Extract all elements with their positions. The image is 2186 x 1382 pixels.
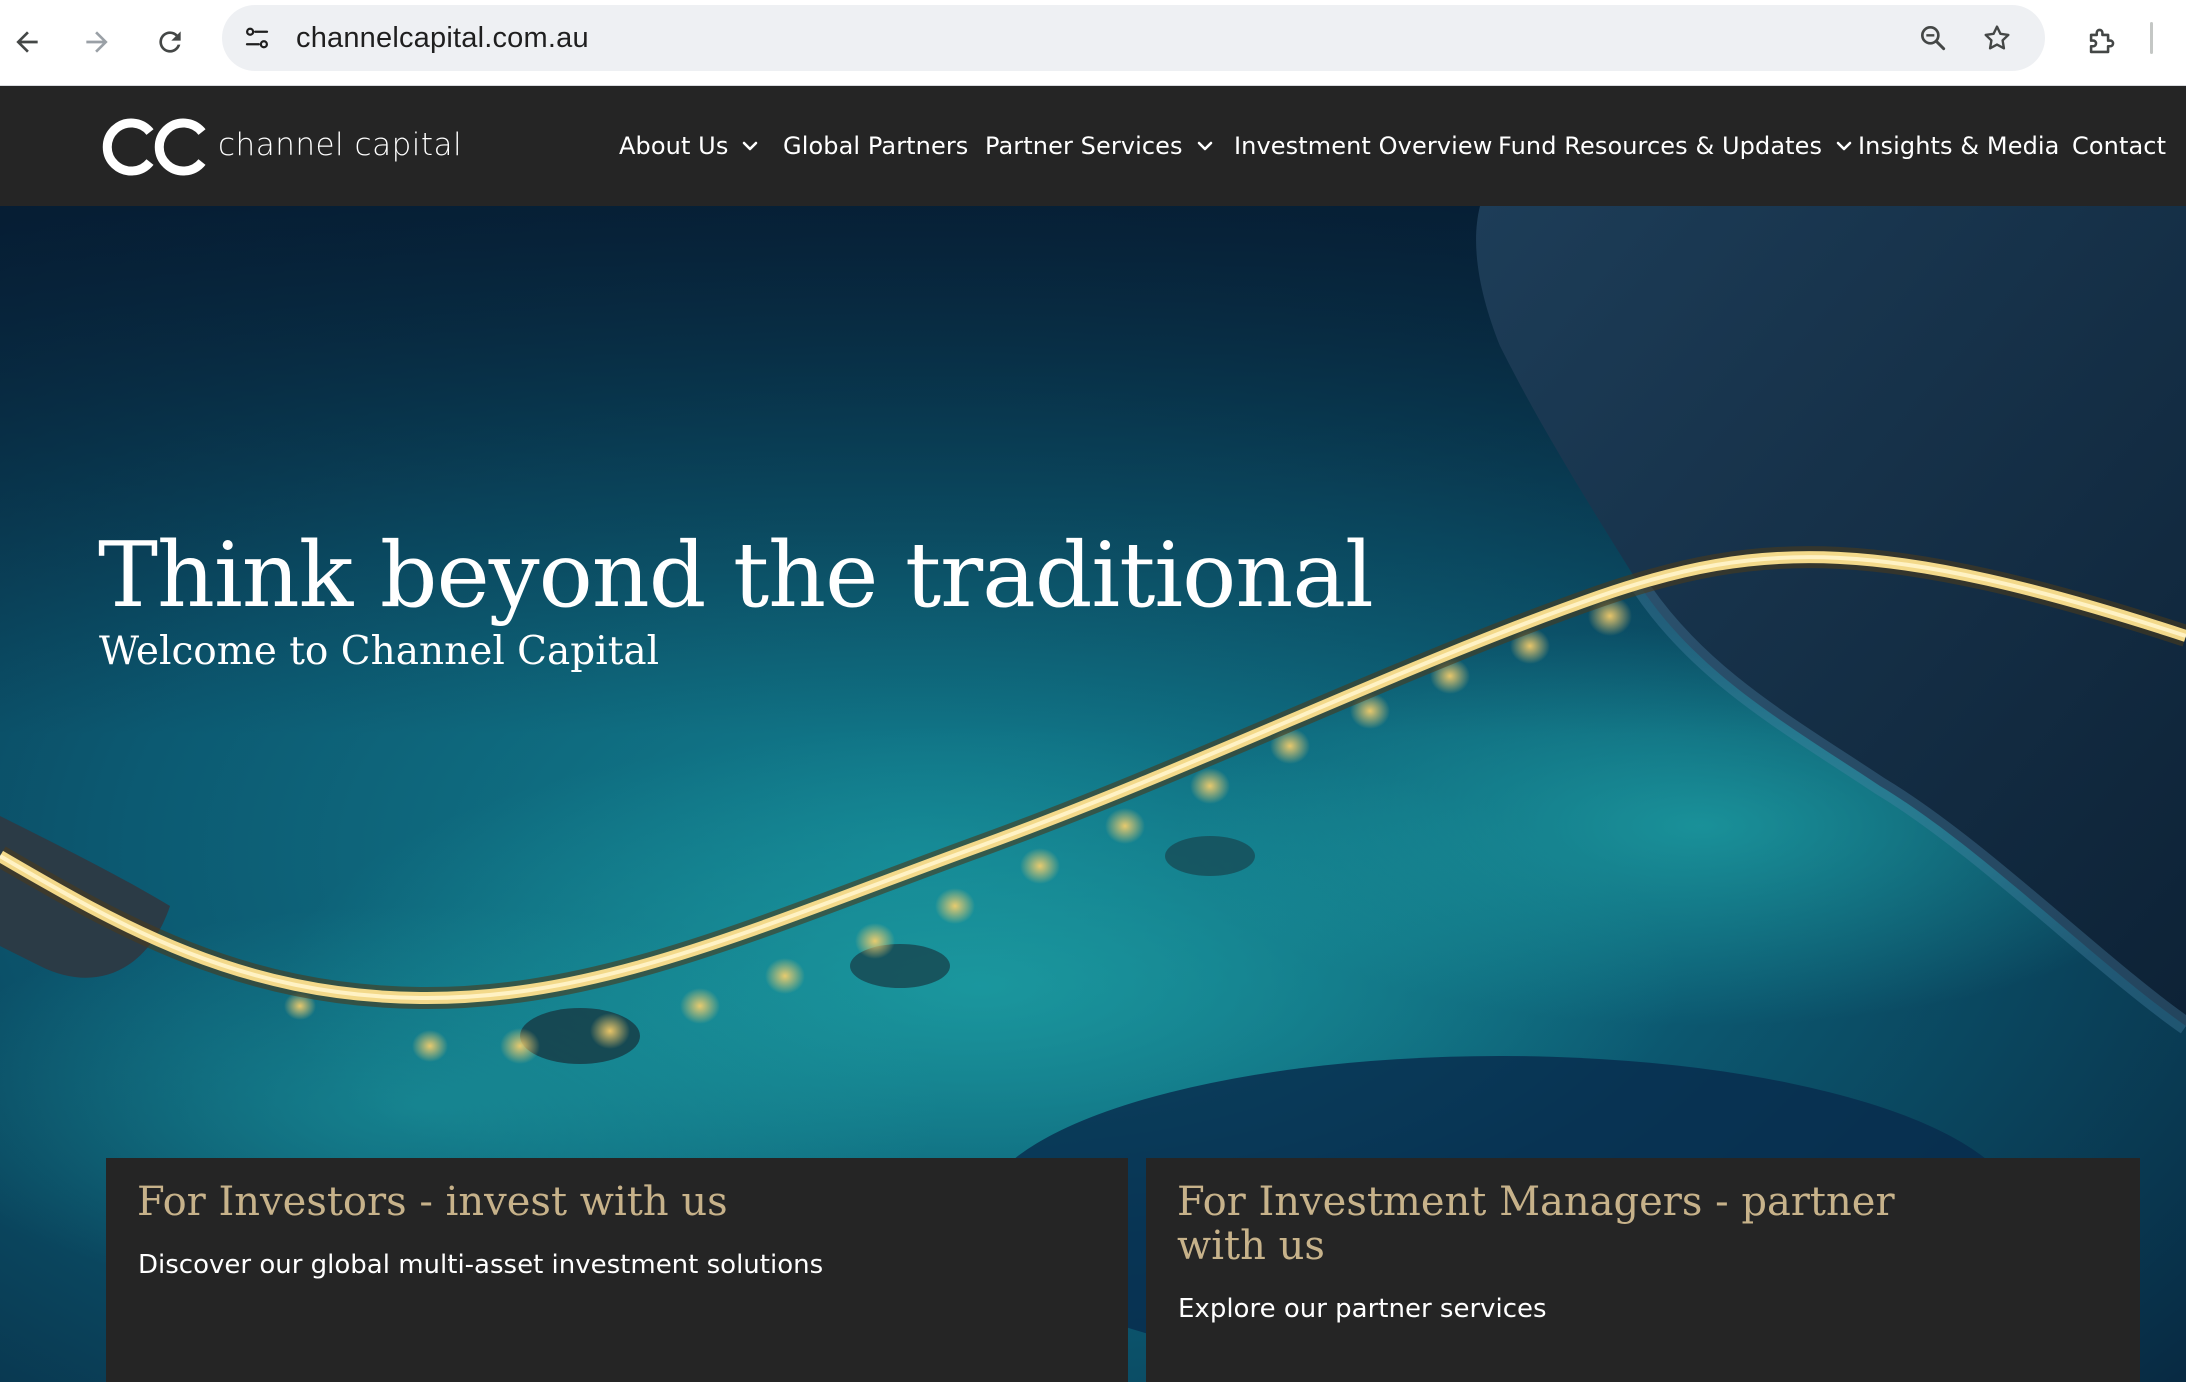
tune-icon xyxy=(245,27,269,49)
site-header: channel capital About Us Global Partners… xyxy=(0,86,2186,206)
nav-about-us[interactable]: About Us xyxy=(619,86,760,206)
arrow-left-icon xyxy=(16,31,38,53)
extensions-button[interactable] xyxy=(2076,17,2126,67)
puzzle-icon xyxy=(2089,28,2115,54)
managers-card-text: Explore our partner services xyxy=(1178,1294,1547,1324)
zoom-icon xyxy=(1921,25,1946,51)
nav-label: Global Partners xyxy=(783,132,969,160)
address-bar[interactable]: channelcapital.com.au xyxy=(222,5,2045,71)
arrow-right-icon xyxy=(86,31,108,53)
main-navigation: About Us Global Partners Partner Service… xyxy=(0,86,2186,206)
nav-label: Partner Services xyxy=(985,132,1183,160)
toolbar-separator xyxy=(2150,22,2153,54)
chevron-down-icon xyxy=(1836,141,1852,151)
hero-subtitle: Welcome to Channel Capital xyxy=(99,629,660,674)
chevron-down-icon xyxy=(1197,141,1212,151)
nav-label: About Us xyxy=(619,132,729,160)
nav-label: Insights & Media xyxy=(1858,132,2060,160)
site-info-button[interactable] xyxy=(236,17,278,59)
zoom-button[interactable] xyxy=(1914,19,1952,57)
url-text[interactable]: channelcapital.com.au xyxy=(296,5,589,71)
nav-fund-resources[interactable]: Fund Resources & Updates xyxy=(1498,86,1854,206)
hero-title: Think beyond the traditional xyxy=(98,523,1374,628)
nav-label: Contact xyxy=(2072,132,2167,160)
forward-button[interactable] xyxy=(72,17,122,67)
nav-insights-media[interactable]: Insights & Media xyxy=(1858,86,2059,206)
chevron-down-icon xyxy=(743,141,758,151)
nav-label: Investment Overview xyxy=(1234,132,1493,160)
investors-card[interactable]: For Investors - invest with us Discover … xyxy=(106,1158,1128,1382)
hero-section: Think beyond the traditional Welcome to … xyxy=(0,206,2186,1382)
nav-partner-services[interactable]: Partner Services xyxy=(985,86,1215,206)
back-button[interactable] xyxy=(2,17,52,67)
browser-toolbar: channelcapital.com.au xyxy=(0,0,2186,86)
bookmark-button[interactable] xyxy=(1978,19,2016,57)
reload-button[interactable] xyxy=(145,17,195,67)
nav-investment-overview[interactable]: Investment Overview xyxy=(1234,86,1492,206)
managers-card[interactable]: For Investment Managers - partner with u… xyxy=(1146,1158,2140,1382)
reload-icon xyxy=(159,31,181,53)
investors-card-title[interactable]: For Investors - invest with us xyxy=(137,1180,1037,1224)
nav-contact[interactable]: Contact xyxy=(2072,86,2166,206)
nav-label: Fund Resources & Updates xyxy=(1498,132,1823,160)
managers-card-title[interactable]: For Investment Managers - partner with u… xyxy=(1177,1180,1957,1268)
star-outline-icon xyxy=(1984,25,2010,50)
nav-global-partners[interactable]: Global Partners xyxy=(783,86,968,206)
investors-card-text: Discover our global multi-asset investme… xyxy=(138,1250,824,1280)
